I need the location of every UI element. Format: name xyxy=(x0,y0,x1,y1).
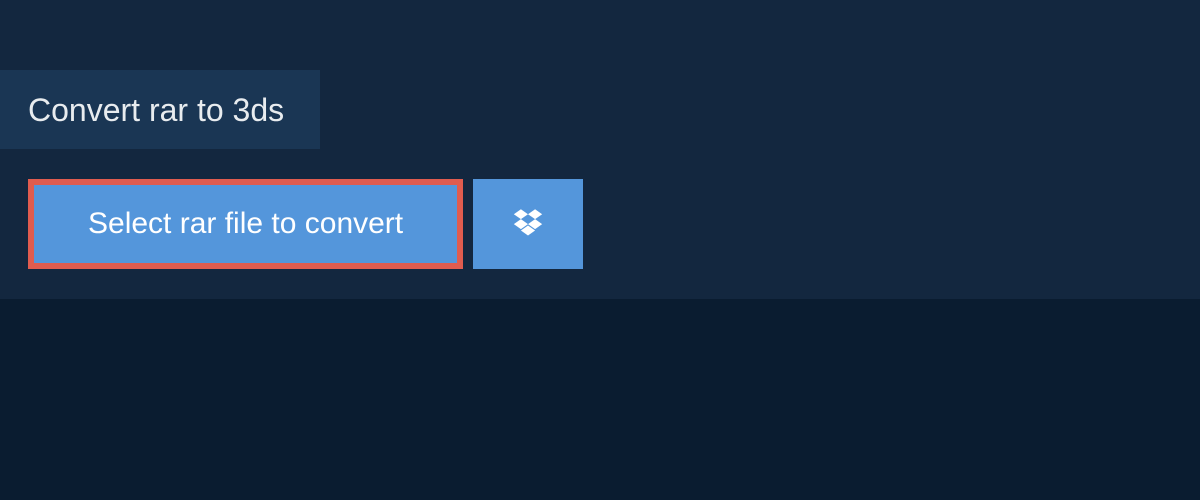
converter-tab[interactable]: Convert rar to 3ds xyxy=(0,70,320,149)
dropbox-button[interactable] xyxy=(473,179,583,269)
select-file-highlight: Select rar file to convert xyxy=(28,179,463,269)
tab-title: Convert rar to 3ds xyxy=(28,92,284,128)
select-file-label: Select rar file to convert xyxy=(88,207,403,241)
dropbox-icon xyxy=(511,205,545,244)
converter-panel: Convert rar to 3ds Select rar file to co… xyxy=(0,0,1200,299)
upload-row: Select rar file to convert xyxy=(28,179,1200,269)
select-file-button[interactable]: Select rar file to convert xyxy=(34,185,457,263)
